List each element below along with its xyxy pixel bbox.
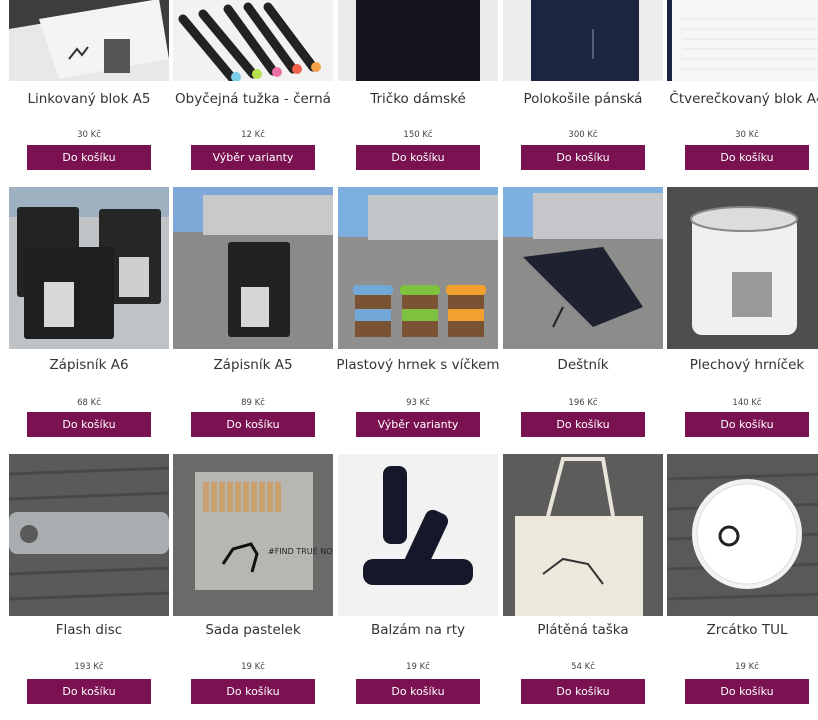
select-variant-button[interactable]: Výběr varianty [191,145,315,170]
product-grid: Linkovaný blok A5 30 Kč Do košíku Obyčej… [0,0,818,704]
product-image-crayons[interactable]: #FIND TRUE NORTH [173,454,333,616]
select-variant-button[interactable]: Výběr varianty [356,412,480,437]
product-name[interactable]: Linkovaný blok A5 [3,91,175,107]
product-price: 19 Kč [406,662,430,672]
product-card: Tričko dámské 150 Kč Do košíku [338,0,498,185]
product-image-canvas-bag[interactable] [503,454,663,616]
product-image-lip-balm[interactable] [338,454,498,616]
product-name[interactable]: Sada pastelek [167,622,339,638]
product-price: 89 Kč [241,398,265,408]
product-price: 30 Kč [735,130,759,140]
product-name[interactable]: Zápisník A5 [167,357,339,373]
add-to-cart-button[interactable]: Do košíku [27,145,151,170]
product-image-notepad-grid[interactable] [667,0,818,81]
product-price: 12 Kč [241,130,265,140]
product-name[interactable]: Tričko dámské [332,91,504,107]
product-card: Flash disc 193 Kč Do košíku [9,454,169,720]
product-price: 196 Kč [568,398,598,408]
product-price: 93 Kč [406,398,430,408]
product-price: 150 Kč [403,130,433,140]
product-price: 19 Kč [241,662,265,672]
product-image-notebook-a6[interactable] [9,187,169,349]
product-card: Plátěná taška 54 Kč Do košíku [503,454,663,720]
product-card: Polokošile pánská 300 Kč Do košíku [503,0,663,185]
product-price: 19 Kč [735,662,759,672]
product-name[interactable]: Čtverečkovaný blok A4 [661,91,818,107]
product-name[interactable]: Zápisník A6 [3,357,175,373]
product-card: Linkovaný blok A5 30 Kč Do košíku [9,0,169,185]
product-image-umbrella[interactable] [503,187,663,349]
add-to-cart-button[interactable]: Do košíku [356,679,480,704]
add-to-cart-button[interactable]: Do košíku [685,412,809,437]
product-price: 140 Kč [732,398,762,408]
add-to-cart-button[interactable]: Do košíku [685,145,809,170]
product-name[interactable]: Balzám na rty [332,622,504,638]
product-card: Zápisník A6 68 Kč Do košíku [9,187,169,453]
product-image-mirror[interactable] [667,454,818,616]
product-card: Čtverečkovaný blok A4 30 Kč Do košíku [667,0,818,185]
add-to-cart-button[interactable]: Do košíku [191,679,315,704]
product-card: Plastový hrnek s víčkem 93 Kč Výběr vari… [336,187,500,453]
product-name[interactable]: Zrcátko TUL [661,622,818,638]
product-card: Deštník 196 Kč Do košíku [503,187,663,453]
crayons-box-label: #FIND TRUE NORTH [268,547,333,556]
add-to-cart-button[interactable]: Do košíku [521,145,645,170]
add-to-cart-button[interactable]: Do košíku [27,412,151,437]
product-price: 68 Kč [77,398,101,408]
product-card: Plechový hrníček 140 Kč Do košíku [667,187,818,453]
product-image-flash-disc[interactable] [9,454,169,616]
product-name[interactable]: Polokošile pánská [497,91,669,107]
product-name[interactable]: Deštník [497,357,669,373]
product-name[interactable]: Obyčejná tužka - černá [167,91,339,107]
product-price: 300 Kč [568,130,598,140]
product-card: Zápisník A5 89 Kč Do košíku [173,187,333,453]
add-to-cart-button[interactable]: Do košíku [521,679,645,704]
product-image-notebook-a5[interactable] [173,187,333,349]
product-image-tshirt-women[interactable] [338,0,498,81]
product-image-cups[interactable] [338,187,498,349]
product-card: #FIND TRUE NORTH Sada pastelek 19 Kč Do … [173,454,333,720]
product-card: Zrcátko TUL 19 Kč Do košíku [667,454,818,720]
product-image-notepad-lined[interactable] [9,0,169,81]
product-price: 30 Kč [77,130,101,140]
add-to-cart-button[interactable]: Do košíku [521,412,645,437]
product-image-tin-mug[interactable] [667,187,818,349]
product-name[interactable]: Plátěná taška [497,622,669,638]
add-to-cart-button[interactable]: Do košíku [191,412,315,437]
add-to-cart-button[interactable]: Do košíku [27,679,151,704]
product-image-pencil[interactable] [173,0,333,81]
product-price: 193 Kč [74,662,104,672]
product-card: Obyčejná tužka - černá 12 Kč Výběr varia… [173,0,333,185]
product-card: Balzám na rty 19 Kč Do košíku [338,454,498,720]
product-name[interactable]: Plechový hrníček [661,357,818,373]
add-to-cart-button[interactable]: Do košíku [685,679,809,704]
product-price: 54 Kč [571,662,595,672]
product-image-polo-men[interactable] [503,0,663,81]
add-to-cart-button[interactable]: Do košíku [356,145,480,170]
product-name[interactable]: Flash disc [3,622,175,638]
product-name[interactable]: Plastový hrnek s víčkem [332,357,504,373]
